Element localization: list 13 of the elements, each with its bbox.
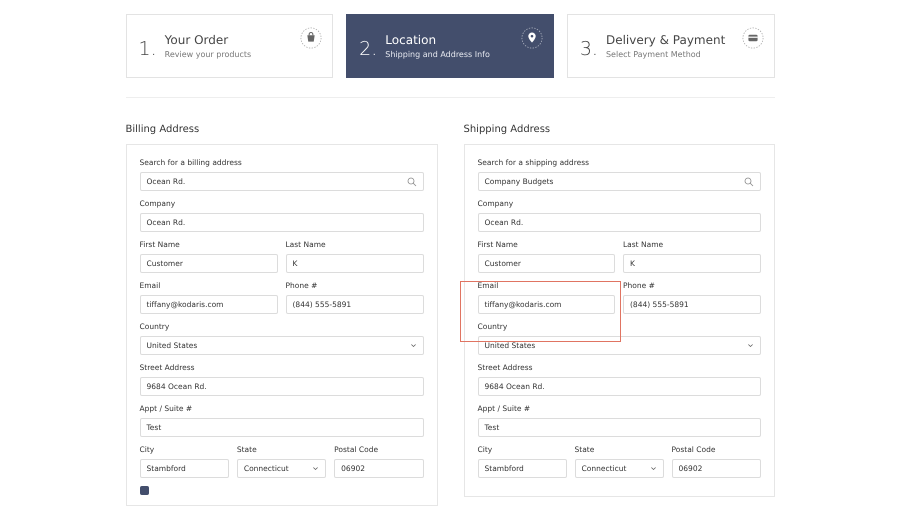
search-icon[interactable] <box>744 176 754 186</box>
chevron-down-icon <box>410 342 416 349</box>
card-icon <box>742 27 764 49</box>
checkbox[interactable] <box>140 486 148 495</box>
location-pin-icon <box>520 27 543 49</box>
section-title: Shipping Address <box>464 124 552 135</box>
chevron-down-icon <box>746 342 754 349</box>
bag-icon <box>300 27 322 49</box>
section-title: Billing Address <box>126 124 200 135</box>
chevron-down-icon <box>650 465 656 472</box>
search-icon[interactable] <box>406 176 416 186</box>
step-tab[interactable]: 2. Location Shipping and Address Info <box>346 14 554 78</box>
chevron-down-icon <box>312 465 320 472</box>
